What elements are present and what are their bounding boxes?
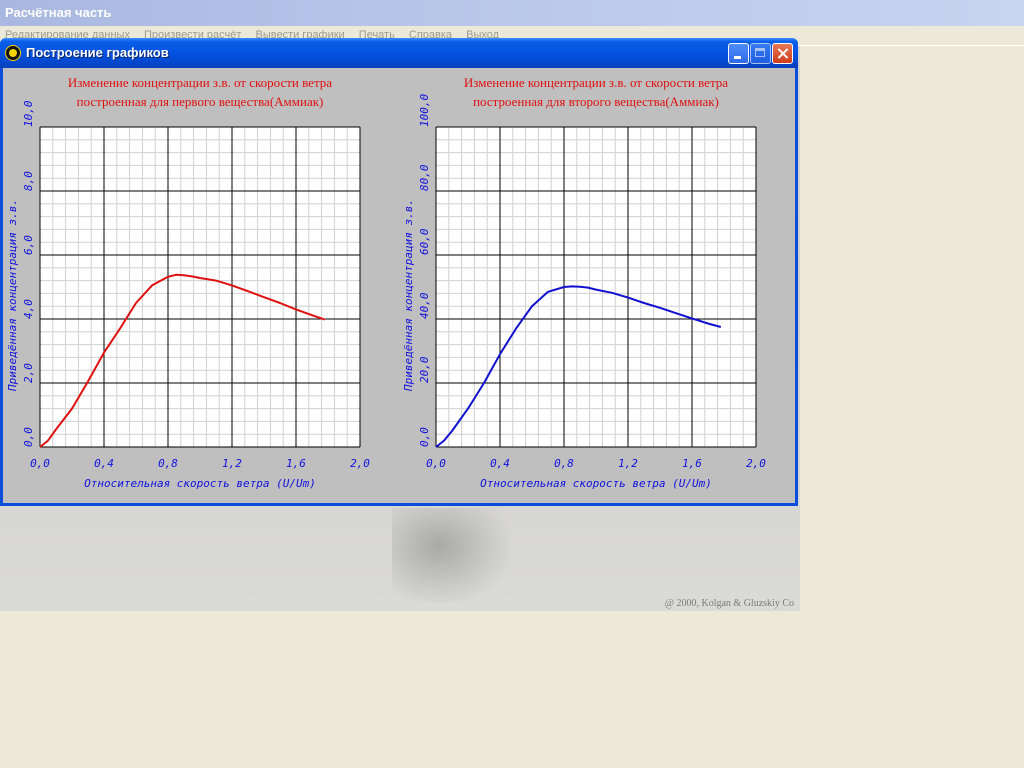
app-title-bar: Расчётная часть bbox=[0, 0, 1024, 26]
x-tick-label: 1,2 bbox=[222, 457, 242, 470]
maximize-button bbox=[750, 43, 771, 64]
charts-dialog: Построение графиков 0,0 0,4 0,8 1,2 1,6 2,0 0,… bbox=[0, 38, 798, 506]
chart-1: 0,0 0,4 0,8 1,2 1,6 2,0 0,0 2,0 4,0 6,0 8,0 10,0 Отн… bbox=[6, 75, 370, 490]
x-tick-label: 0,8 bbox=[158, 457, 178, 470]
dialog-body: 0,0 0,4 0,8 1,2 1,6 2,0 0,0 2,0 4,0 6,0 8,0 10,0 Отн… bbox=[3, 68, 795, 503]
x-axis-label: Относительная скорость ветра (U/Um) bbox=[84, 477, 316, 490]
x-tick-label: 2,0 bbox=[350, 457, 370, 470]
copyright-text: @ 2000, Kolgan & Gluzskiy Co bbox=[664, 598, 794, 609]
app-title: Расчётная часть bbox=[5, 5, 112, 20]
background-figure-image bbox=[392, 508, 510, 603]
x-tick-label: 0,0 bbox=[30, 457, 50, 470]
y-tick-label: 0,0 bbox=[22, 427, 35, 447]
y-tick-label: 100,0 bbox=[418, 94, 431, 127]
chart-2: 0,0 0,4 0,8 1,2 1,6 2,0 0,0 20,0 40,0 60,0 80,0 100… bbox=[402, 75, 766, 490]
charts-canvas: 0,0 0,4 0,8 1,2 1,6 2,0 0,0 2,0 4,0 6,0 8,0 10,0 Отн… bbox=[6, 75, 766, 490]
plot-area bbox=[436, 127, 756, 447]
chart-title: Изменение концентрации з.в. от скорости … bbox=[464, 75, 728, 90]
y-tick-label: 10,0 bbox=[22, 100, 35, 127]
x-tick-label: 0,4 bbox=[94, 457, 114, 470]
y-tick-label: 4,0 bbox=[22, 299, 35, 319]
x-tick-label: 1,2 bbox=[618, 457, 638, 470]
y-tick-label: 20,0 bbox=[418, 356, 431, 383]
chart-subtitle: построенная для второго вещества(Аммиак) bbox=[473, 94, 719, 109]
y-tick-label: 0,0 bbox=[418, 427, 431, 447]
x-tick-label: 2,0 bbox=[746, 457, 766, 470]
x-tick-label: 1,6 bbox=[286, 457, 306, 470]
y-tick-label: 40,0 bbox=[418, 292, 431, 319]
dialog-title-bar[interactable]: Построение графиков bbox=[0, 38, 798, 68]
plot-area bbox=[40, 127, 360, 447]
y-axis-label: Приведённая концентрация з.в. bbox=[402, 199, 415, 392]
y-tick-label: 80,0 bbox=[418, 164, 431, 191]
dialog-title: Построение графиков bbox=[26, 45, 169, 60]
x-tick-label: 0,4 bbox=[490, 457, 510, 470]
chart-title: Изменение концентрации з.в. от скорости … bbox=[68, 75, 332, 90]
y-tick-label: 2,0 bbox=[22, 363, 35, 383]
y-tick-label: 6,0 bbox=[22, 235, 35, 255]
x-tick-label: 0,8 bbox=[554, 457, 574, 470]
y-axis-label: Приведённая концентрация з.в. bbox=[6, 199, 19, 392]
y-tick-label: 60,0 bbox=[418, 228, 431, 255]
chart-subtitle: построенная для первого вещества(Аммиак) bbox=[77, 94, 324, 109]
radiation-icon bbox=[5, 45, 21, 61]
y-tick-label: 8,0 bbox=[22, 171, 35, 191]
close-button[interactable] bbox=[772, 43, 793, 64]
x-axis-label: Относительная скорость ветра (U/Um) bbox=[480, 477, 712, 490]
x-tick-label: 0,0 bbox=[426, 457, 446, 470]
x-tick-label: 1,6 bbox=[682, 457, 702, 470]
minimize-button[interactable] bbox=[728, 43, 749, 64]
